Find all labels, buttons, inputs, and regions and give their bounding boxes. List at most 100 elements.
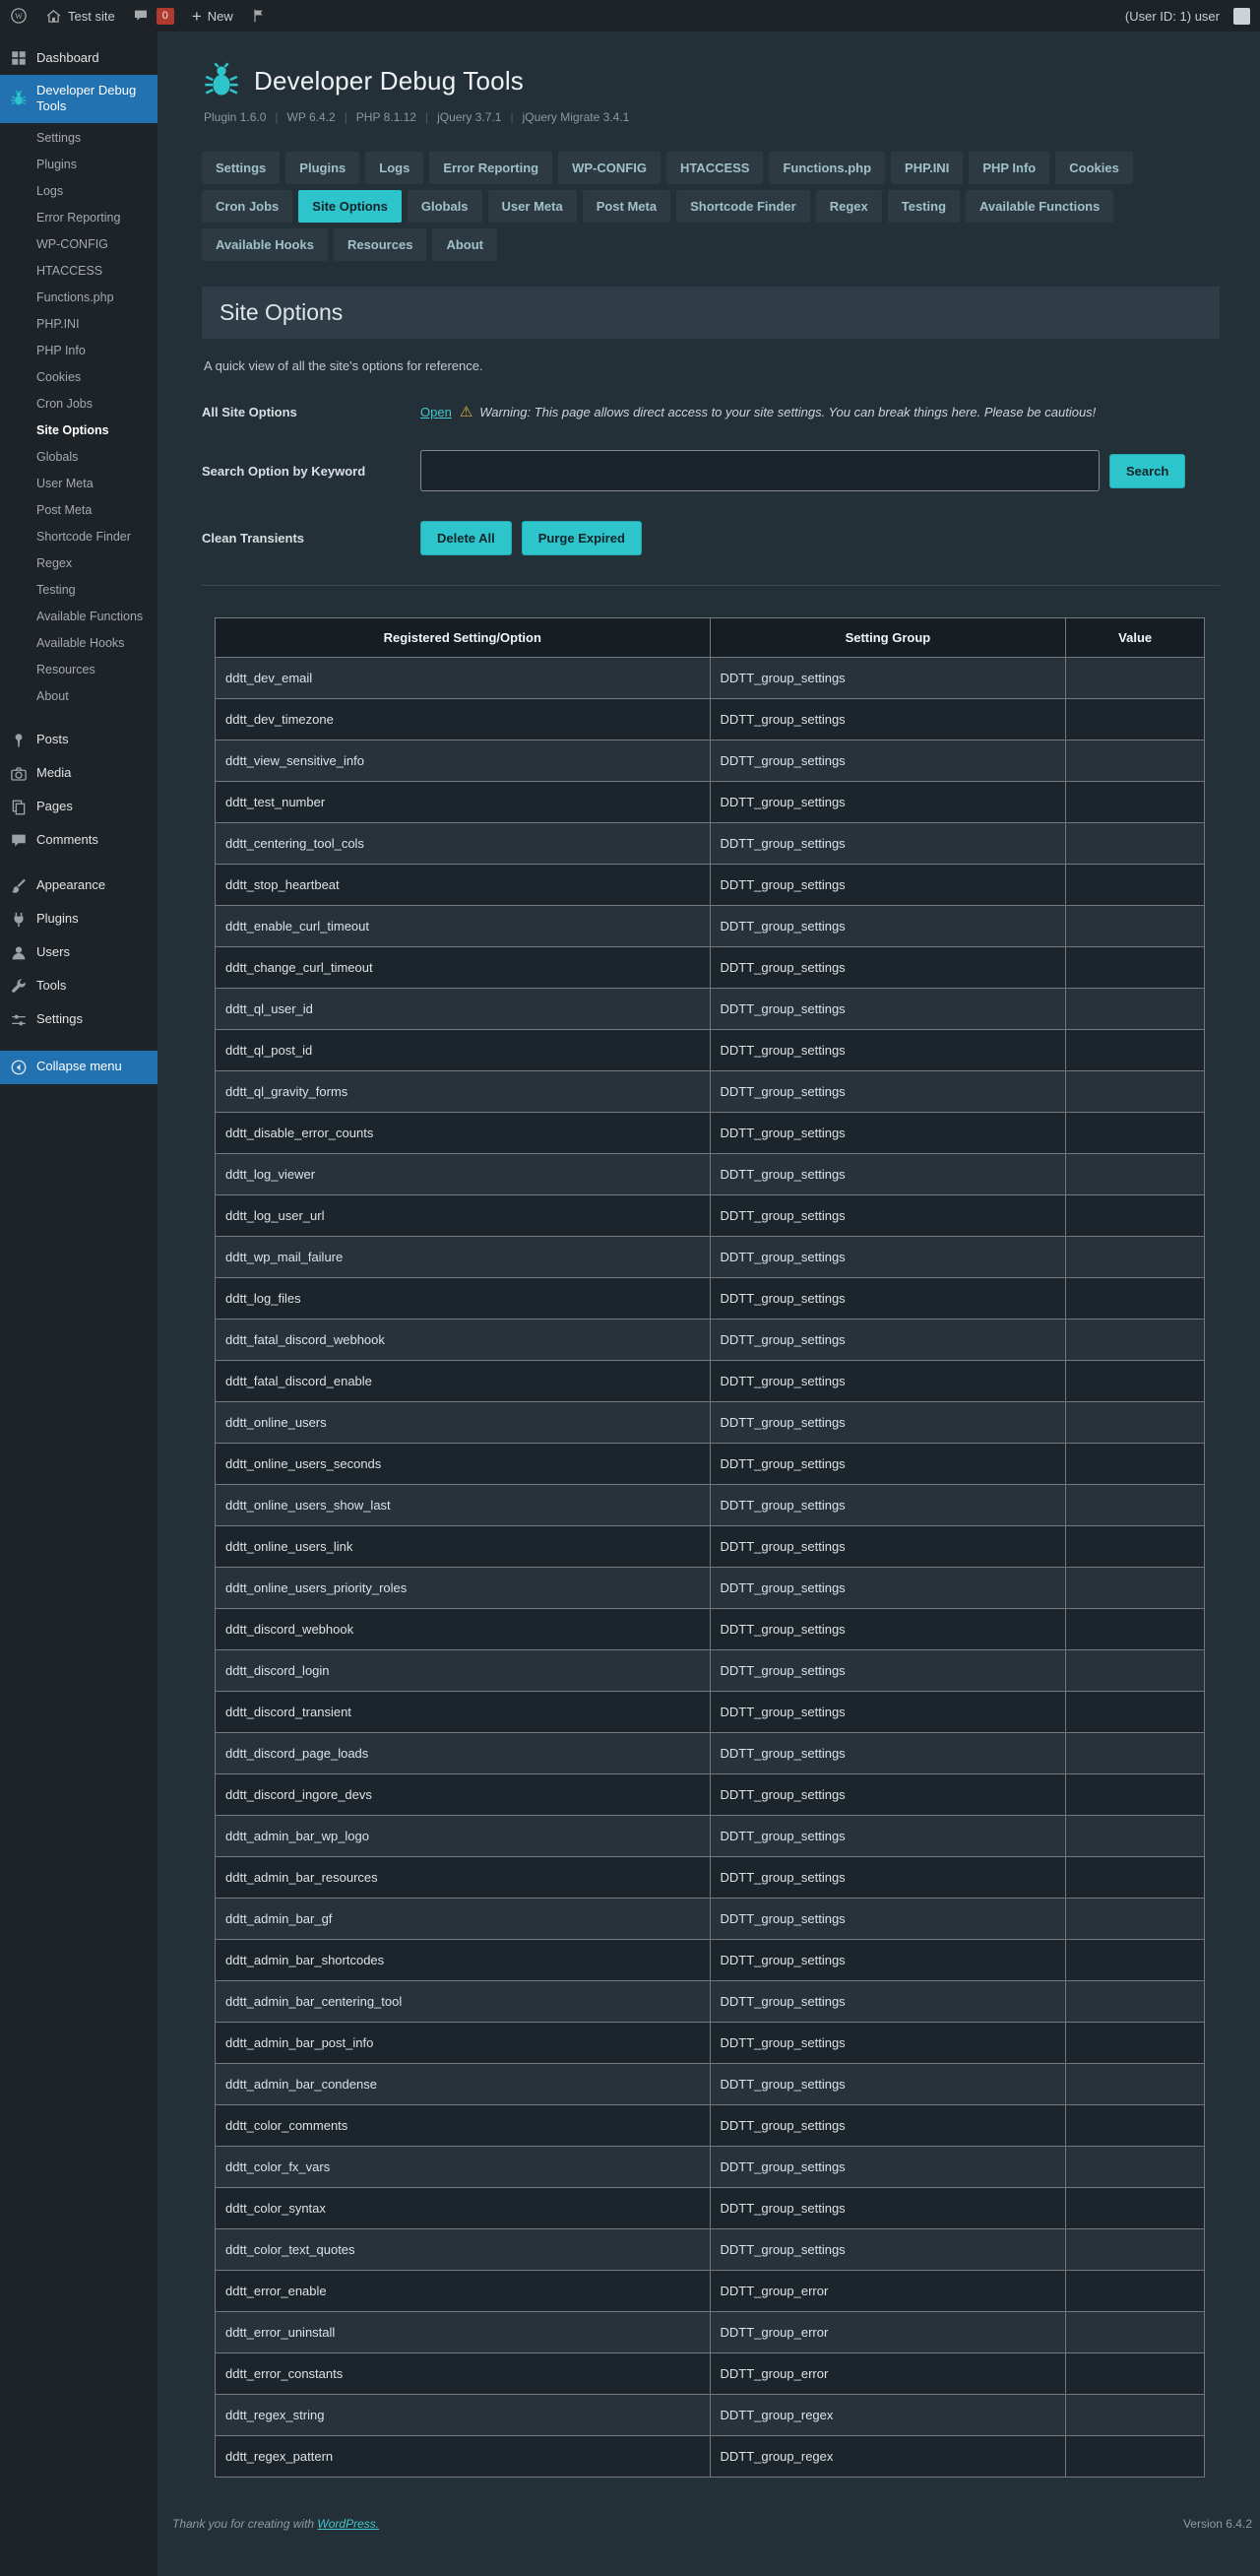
tab[interactable]: Available Hooks (202, 228, 328, 261)
tab[interactable]: Resources (334, 228, 426, 261)
sidebar-submenu-item[interactable]: WP-CONFIG (0, 231, 158, 258)
sidebar-submenu-item[interactable]: User Meta (0, 471, 158, 497)
sidebar-submenu-item[interactable]: Cookies (0, 364, 158, 391)
group-cell: DDTT_group_settings (710, 1361, 1066, 1402)
plugin-bug-icon (202, 61, 241, 100)
tab[interactable]: Cookies (1055, 152, 1133, 184)
sidebar-item-label: Dashboard (36, 50, 99, 66)
sidebar-submenu-item[interactable]: Logs (0, 178, 158, 205)
sidebar-item-collapse-menu[interactable]: Collapse menu (0, 1051, 158, 1084)
search-button[interactable]: Search (1109, 454, 1185, 488)
value-cell (1066, 1609, 1205, 1650)
option-cell: ddtt_error_constants (216, 2353, 711, 2395)
group-cell: DDTT_group_settings (710, 1402, 1066, 1444)
open-link[interactable]: Open (420, 405, 452, 419)
tab[interactable]: PHP.INI (891, 152, 963, 184)
value-cell (1066, 2105, 1205, 2147)
sidebar-submenu-item[interactable]: Shortcode Finder (0, 524, 158, 550)
sidebar-submenu-item[interactable]: PHP Info (0, 338, 158, 364)
tab[interactable]: PHP Info (969, 152, 1049, 184)
sidebar-item-posts[interactable]: Posts (0, 724, 158, 757)
sidebar-item-pages[interactable]: Pages (0, 791, 158, 824)
sidebar-submenu-item[interactable]: Site Options (0, 418, 158, 444)
value-cell (1066, 1444, 1205, 1485)
value-cell (1066, 1526, 1205, 1568)
group-cell: DDTT_group_settings (710, 2023, 1066, 2064)
tab[interactable]: Settings (202, 152, 280, 184)
tab[interactable]: Available Functions (966, 190, 1113, 223)
sidebar-submenu-item[interactable]: Plugins (0, 152, 158, 178)
value-cell (1066, 865, 1205, 906)
sidebar-submenu-item[interactable]: Post Meta (0, 497, 158, 524)
value-cell (1066, 1650, 1205, 1692)
sidebar-submenu-item[interactable]: HTACCESS (0, 258, 158, 285)
value-cell (1066, 1402, 1205, 1444)
sidebar-item-media[interactable]: Media (0, 757, 158, 791)
tab[interactable]: Testing (888, 190, 960, 223)
sidebar-item-tools[interactable]: Tools (0, 970, 158, 1003)
site-menu[interactable]: Test site (45, 8, 115, 25)
tab[interactable]: Globals (408, 190, 482, 223)
purge-expired-button[interactable]: Purge Expired (522, 521, 642, 555)
sidebar-submenu-item[interactable]: Available Hooks (0, 630, 158, 657)
tab[interactable]: Logs (365, 152, 423, 184)
option-cell: ddtt_online_users_seconds (216, 1444, 711, 1485)
value-cell (1066, 2229, 1205, 2271)
sidebar-submenu-item[interactable]: Globals (0, 444, 158, 471)
sidebar-submenu-item[interactable]: Cron Jobs (0, 391, 158, 418)
option-cell: ddtt_admin_bar_resources (216, 1857, 711, 1899)
sidebar-item-settings[interactable]: Settings (0, 1003, 158, 1037)
tab[interactable]: Cron Jobs (202, 190, 292, 223)
sidebar-submenu-item[interactable]: Functions.php (0, 285, 158, 311)
tab[interactable]: Site Options (298, 190, 402, 223)
delete-all-button[interactable]: Delete All (420, 521, 512, 555)
value-cell (1066, 1278, 1205, 1320)
sidebar-submenu-item[interactable]: Available Functions (0, 604, 158, 630)
sidebar-item-label: Settings (36, 1011, 83, 1027)
tab[interactable]: Plugins (285, 152, 359, 184)
option-cell: ddtt_admin_bar_gf (216, 1899, 711, 1940)
table-row: ddtt_discord_transient DDTT_group_settin… (216, 1692, 1205, 1733)
sidebar-submenu-item[interactable]: About (0, 683, 158, 710)
tab[interactable]: WP-CONFIG (558, 152, 661, 184)
sidebar-item-comments[interactable]: Comments (0, 824, 158, 858)
tab[interactable]: User Meta (488, 190, 577, 223)
sidebar-item-users[interactable]: Users (0, 936, 158, 970)
sidebar-item-dashboard[interactable]: Dashboard (0, 41, 158, 75)
version-meta: Plugin 1.6.0WP 6.4.2PHP 8.1.12jQuery 3.7… (204, 110, 1220, 124)
new-content-menu[interactable]: + New (192, 8, 233, 25)
tab[interactable]: Shortcode Finder (676, 190, 810, 223)
comments-menu[interactable]: 0 (133, 8, 174, 25)
sidebar-item-plugins[interactable]: Plugins (0, 903, 158, 936)
sidebar-submenu-item[interactable]: Resources (0, 657, 158, 683)
my-account-menu[interactable]: (User ID: 1) user (1125, 8, 1250, 25)
value-cell (1066, 2353, 1205, 2395)
sidebar-submenu-item[interactable]: Settings (0, 125, 158, 152)
value-cell (1066, 782, 1205, 823)
wp-logo-menu[interactable]: W (10, 7, 28, 25)
table-row: ddtt_error_enable DDTT_group_error (216, 2271, 1205, 2312)
sidebar-submenu-item[interactable]: Testing (0, 577, 158, 604)
group-cell: DDTT_group_settings (710, 782, 1066, 823)
sidebar-submenu-item[interactable]: PHP.INI (0, 311, 158, 338)
tab[interactable]: Post Meta (583, 190, 670, 223)
tab[interactable]: Regex (816, 190, 882, 223)
flag-menu[interactable] (251, 8, 267, 24)
group-cell: DDTT_group_settings (710, 1237, 1066, 1278)
tab[interactable]: HTACCESS (666, 152, 764, 184)
sidebar-item-label: Collapse menu (36, 1059, 122, 1074)
sidebar-submenu-item[interactable]: Error Reporting (0, 205, 158, 231)
transients-buttons-row: Delete All Purge Expired (420, 521, 1220, 555)
sidebar-item-developer-debug-tools[interactable]: Developer Debug Tools (0, 75, 158, 123)
value-cell (1066, 1692, 1205, 1733)
sidebar-item-label: Comments (36, 832, 98, 848)
sidebar-item-appearance[interactable]: Appearance (0, 869, 158, 903)
tab[interactable]: About (432, 228, 497, 261)
tab[interactable]: Error Reporting (429, 152, 552, 184)
search-input[interactable] (420, 450, 1100, 491)
sidebar-submenu-item[interactable]: Regex (0, 550, 158, 577)
sidebar-item-label: Posts (36, 732, 69, 747)
table-row: ddtt_ql_post_id DDTT_group_settings (216, 1030, 1205, 1071)
wordpress-link[interactable]: WordPress. (317, 2517, 379, 2531)
tab[interactable]: Functions.php (769, 152, 885, 184)
